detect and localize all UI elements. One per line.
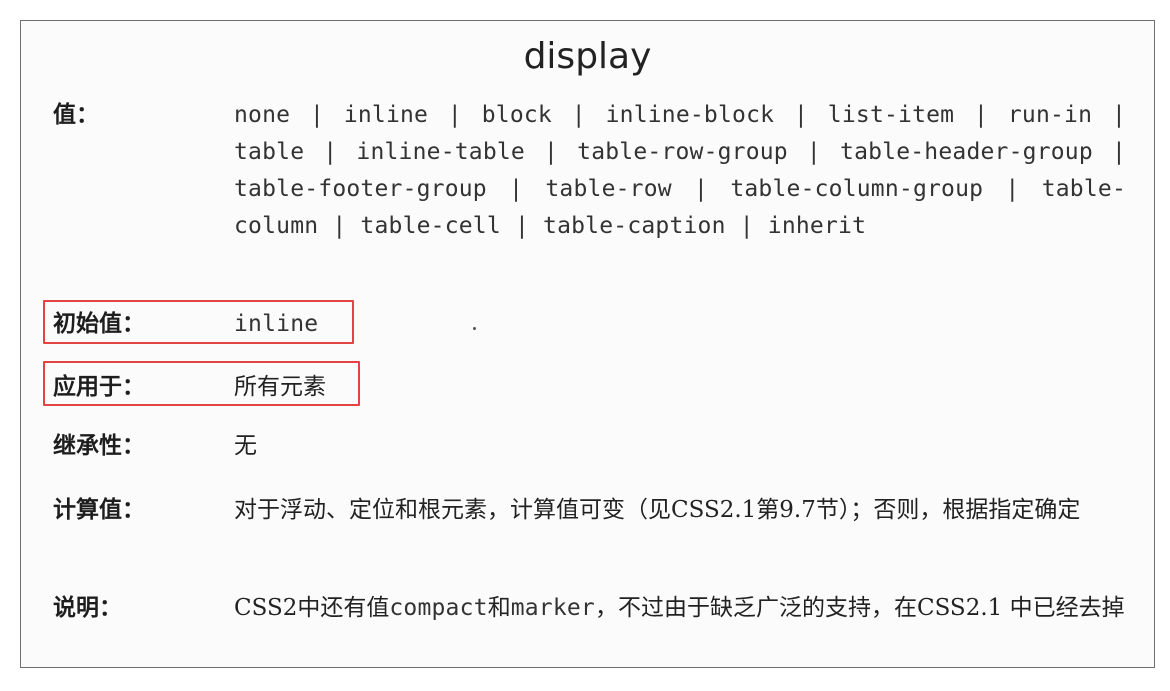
computed-label: 计算值： <box>53 497 145 523</box>
notes-suffix: ，不过由于缺乏广泛的支持，在CSS2.1 中已经去掉 <box>594 595 1125 621</box>
applies-to-label: 应用于： <box>53 374 145 400</box>
values-value: none | inline | block | inline-block | l… <box>234 102 1126 239</box>
notes-value: CSS2中还有值compact和marker，不过由于缺乏广泛的支持，在CSS2… <box>234 590 1126 627</box>
initial-label: 初始值： <box>53 311 145 337</box>
property-title: display <box>523 36 652 77</box>
stray-dot <box>473 327 476 330</box>
notes-label: 说明： <box>53 595 122 621</box>
notes-prefix: CSS2中还有值 <box>234 595 390 621</box>
inherited-value: 无 <box>234 433 257 459</box>
notes-code-marker: marker <box>510 595 595 621</box>
applies-to-value: 所有元素 <box>234 374 326 400</box>
values-label: 值： <box>53 102 99 128</box>
initial-value: inline <box>234 311 319 337</box>
notes-middle: 和 <box>487 595 511 621</box>
property-card: display 值： none | inline | block | inlin… <box>20 20 1155 668</box>
computed-value: 对于浮动、定位和根元素，计算值可变（见CSS2.1第9.7节）；否则，根据指定确… <box>234 497 1081 523</box>
notes-code-compact: compact <box>389 595 488 621</box>
inherited-label: 继承性： <box>53 433 145 459</box>
